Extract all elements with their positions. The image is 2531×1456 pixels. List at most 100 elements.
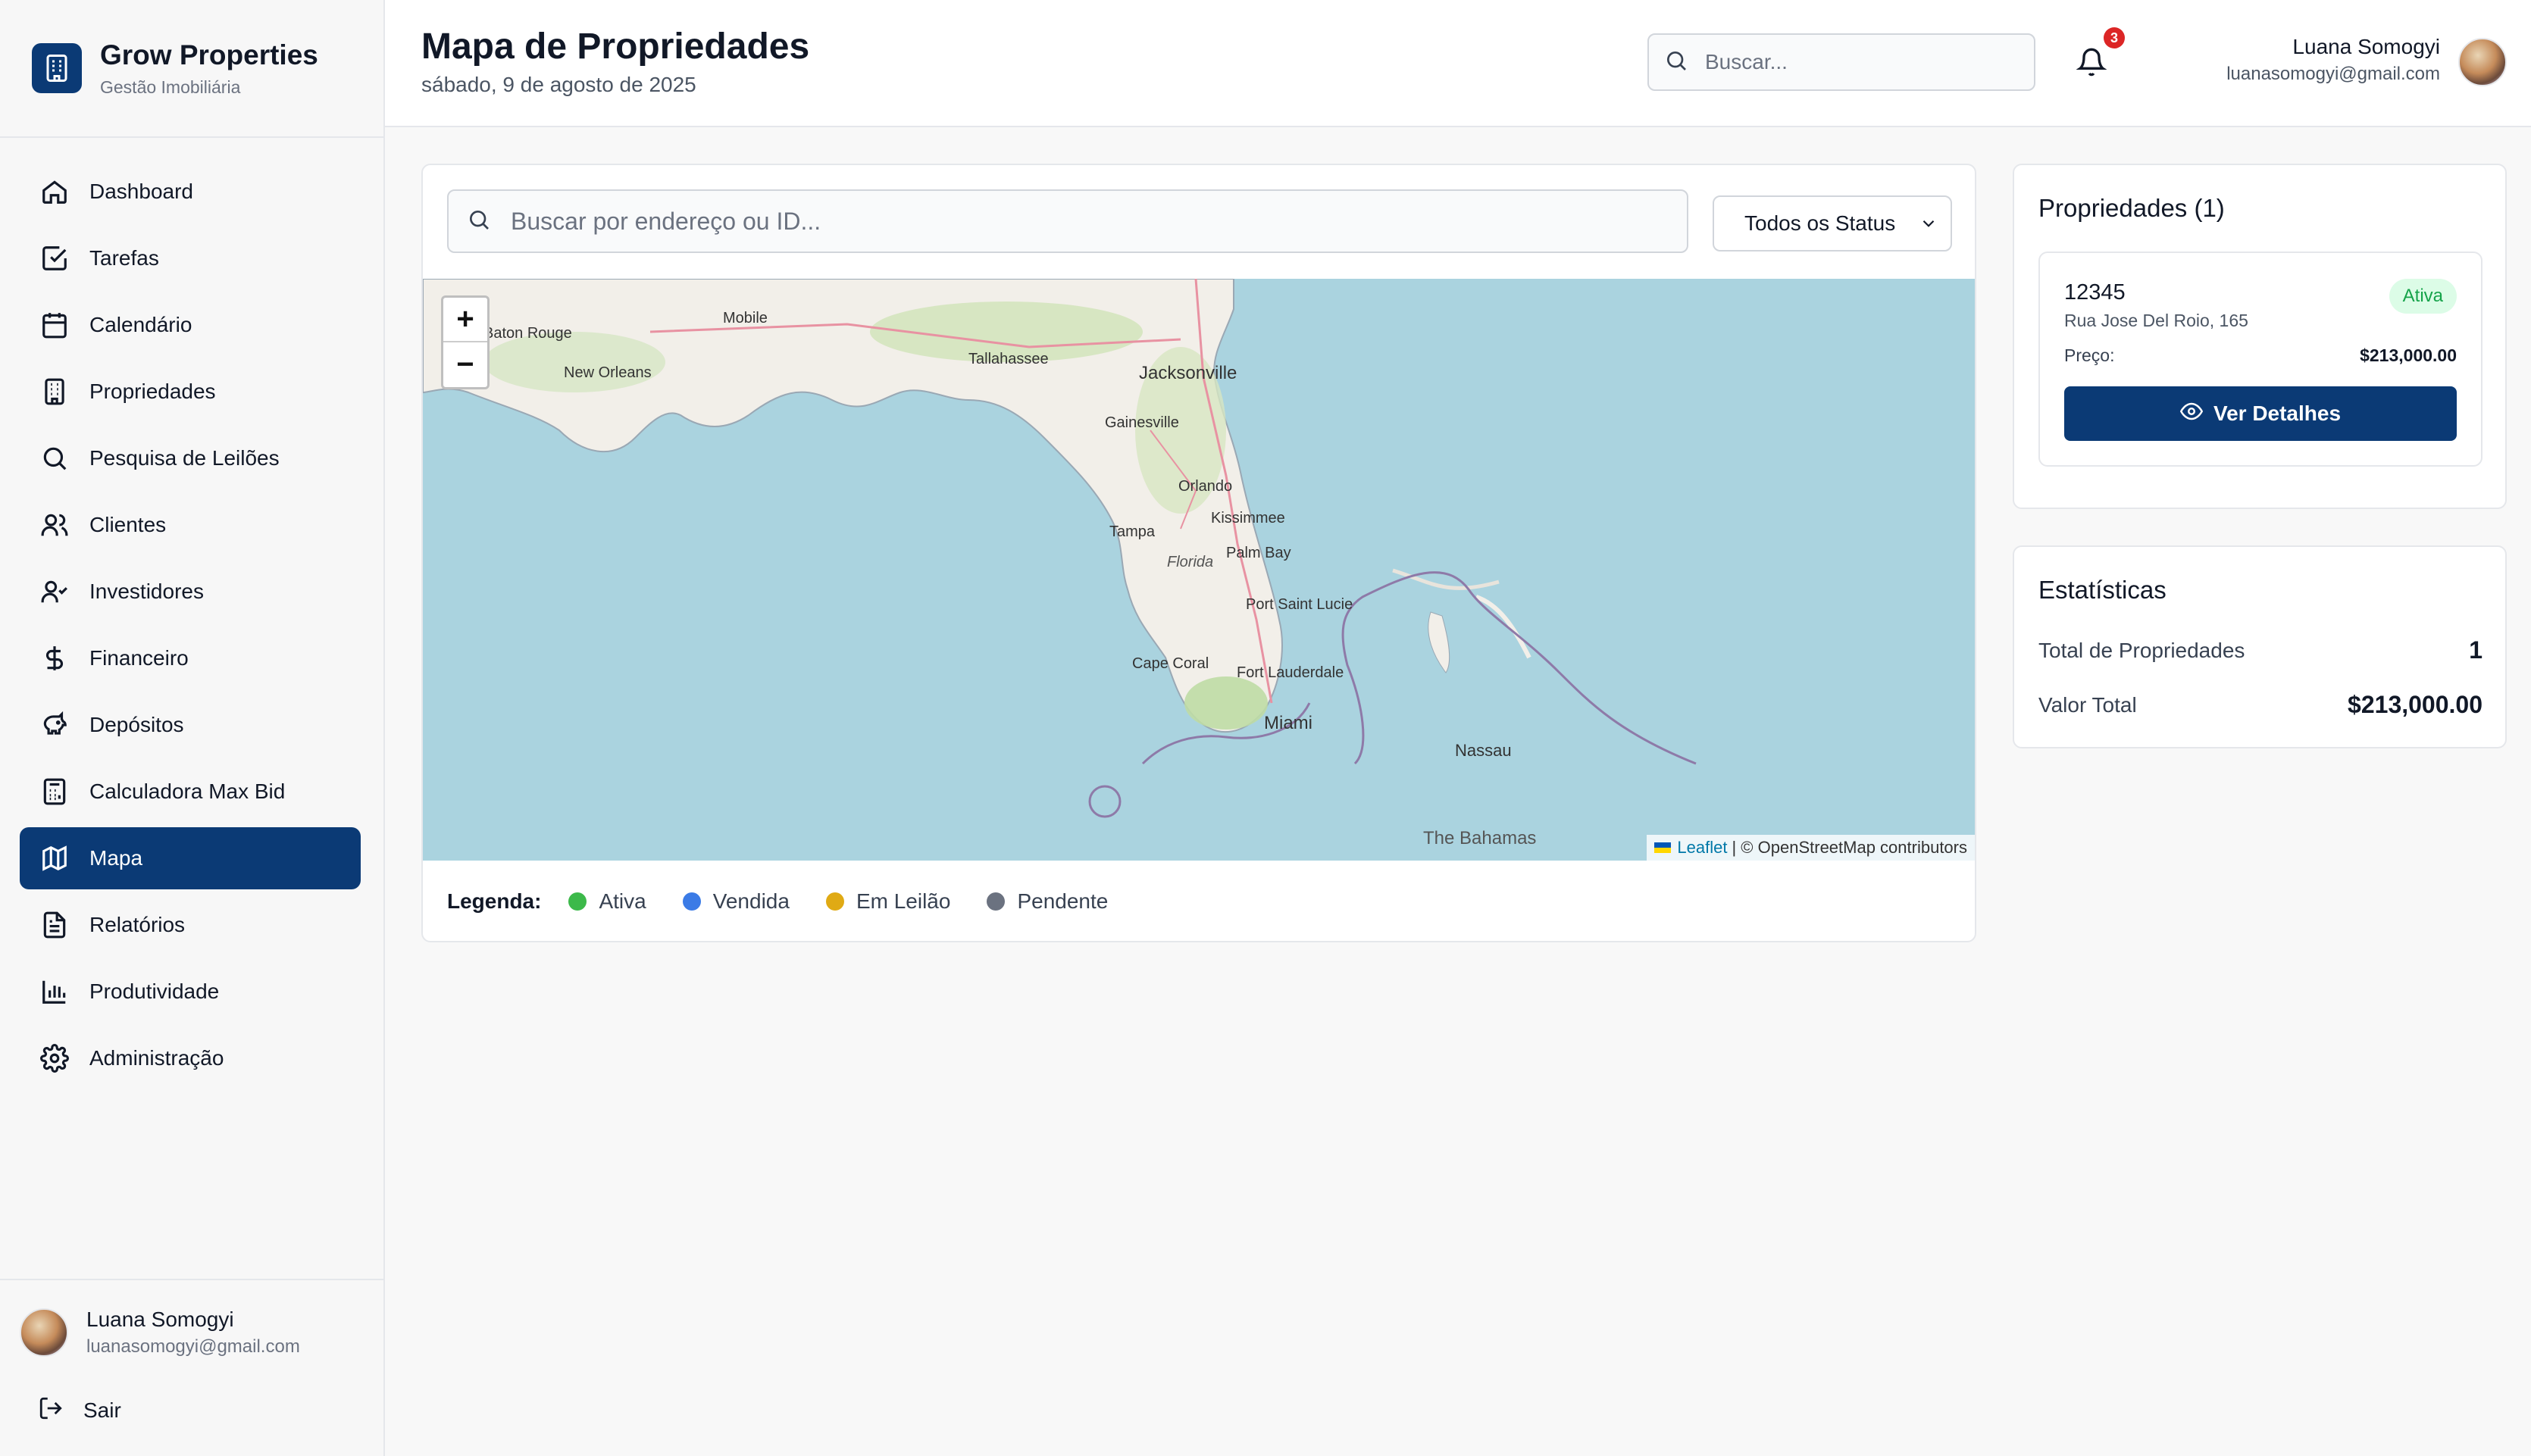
brand-subtitle: Gestão Imobiliária <box>100 77 241 97</box>
sidebar-item-calculadora[interactable]: Calculadora Max Bid <box>20 761 361 823</box>
sidebar-nav: Dashboard Tarefas Calendário Propriedade… <box>20 161 361 1094</box>
map-icon <box>39 843 70 873</box>
stat-label: Valor Total <box>2038 692 2137 717</box>
map-legend: Legenda: Ativa Vendida Em Leilão Pendent… <box>447 889 1144 914</box>
page-date: sábado, 9 de agosto de 2025 <box>421 73 696 96</box>
map-label-kissimmee: Kissimmee <box>1211 510 1285 526</box>
legend-label: Vendida <box>712 889 790 913</box>
property-card[interactable]: 12345 Rua Jose Del Roio, 165 Ativa Preço… <box>2038 252 2483 467</box>
status-dot-icon <box>682 892 701 911</box>
search-icon <box>39 443 70 473</box>
stat-value: $213,000.00 <box>2348 691 2483 718</box>
header-user[interactable]: Luana Somogyi luanasomogyi@gmail.com <box>2226 35 2440 85</box>
sidebar-item-label: Calculadora Max Bid <box>89 780 286 803</box>
sidebar-item-depositos[interactable]: Depósitos <box>20 694 361 756</box>
map-label-orlando: Orlando <box>1178 478 1232 495</box>
map-label-tallahassee: Tallahassee <box>968 351 1049 367</box>
sidebar: Grow Properties Gestão Imobiliária Dashb… <box>0 0 385 1456</box>
legend-item-pendente: Pendente <box>987 889 1108 914</box>
legend-item-em-leilao: Em Leilão <box>825 889 951 914</box>
sidebar-item-relatorios[interactable]: Relatórios <box>20 894 361 956</box>
address-search-input[interactable]: Buscar por endereço ou ID... <box>447 189 1688 253</box>
sidebar-item-administracao[interactable]: Administração <box>20 1027 361 1089</box>
sidebar-item-financeiro[interactable]: Financeiro <box>20 627 361 689</box>
sidebar-item-label: Investidores <box>89 580 204 603</box>
sidebar-item-mapa[interactable]: Mapa <box>20 827 361 889</box>
logout-button[interactable]: Sair <box>38 1395 121 1425</box>
sidebar-item-propriedades[interactable]: Propriedades <box>20 361 361 423</box>
notification-count-badge: 3 <box>2104 27 2125 48</box>
legend-item-ativa: Ativa <box>568 889 646 914</box>
calendar-icon <box>39 310 70 340</box>
map-label-gainesville: Gainesville <box>1105 414 1179 431</box>
map-tiles: Baton Rouge Mobile Tallahassee Jacksonvi… <box>423 279 1697 848</box>
page-title: Mapa de Propriedades <box>421 27 810 67</box>
stat-value: 1 <box>2469 636 2483 664</box>
chevron-down-icon <box>1919 214 1938 239</box>
price-label: Preço: <box>2064 345 2115 365</box>
search-placeholder: Buscar... <box>1705 50 1788 73</box>
sidebar-item-tarefas[interactable]: Tarefas <box>20 227 361 289</box>
eye-icon <box>2179 400 2204 428</box>
sidebar-user[interactable]: Luana Somogyi luanasomogyi@gmail.com <box>20 1308 300 1358</box>
user-email: luanasomogyi@gmail.com <box>86 1336 300 1357</box>
sidebar-item-label: Propriedades <box>89 380 216 403</box>
sidebar-item-dashboard[interactable]: Dashboard <box>20 161 361 223</box>
sidebar-item-calendario[interactable]: Calendário <box>20 294 361 356</box>
zoom-in-button[interactable]: + <box>443 298 487 342</box>
gear-icon <box>39 1043 70 1073</box>
legend-title: Legenda: <box>447 889 542 913</box>
map-label-fort-lauderdale: Fort Lauderdale <box>1237 664 1344 681</box>
search-placeholder: Buscar por endereço ou ID... <box>511 207 821 235</box>
statistics-title: Estatísticas <box>2038 576 2167 604</box>
sidebar-item-investidores[interactable]: Investidores <box>20 561 361 623</box>
bell-icon <box>2076 47 2107 81</box>
map-label-nassau: Nassau <box>1455 741 1512 760</box>
avatar[interactable] <box>2458 38 2507 86</box>
building-logo-icon <box>32 43 82 93</box>
map-label-jacksonville: Jacksonville <box>1139 363 1237 383</box>
notifications-button[interactable] <box>2070 42 2113 85</box>
bar-chart-icon <box>39 976 70 1007</box>
sidebar-item-produtividade[interactable]: Produtividade <box>20 961 361 1023</box>
map-card: Buscar por endereço ou ID... Todos os St… <box>421 164 1976 942</box>
legend-label: Em Leilão <box>856 889 951 913</box>
map-label-miami: Miami <box>1264 713 1312 733</box>
search-input[interactable]: Buscar... <box>1647 33 2035 91</box>
sidebar-item-label: Produtividade <box>89 980 220 1003</box>
sidebar-item-label: Financeiro <box>89 646 189 670</box>
legend-label: Ativa <box>599 889 646 913</box>
view-details-label: Ver Detalhes <box>2213 401 2342 425</box>
map-label-mobile: Mobile <box>723 310 768 327</box>
ukraine-flag-icon <box>1654 842 1672 853</box>
zoom-out-button[interactable]: − <box>443 342 487 387</box>
statistics-panel: Estatísticas Total de Propriedades 1 Val… <box>2013 545 2507 748</box>
legend-item-vendida: Vendida <box>682 889 790 914</box>
map-label-bahamas: The Bahamas <box>1423 828 1536 848</box>
status-filter-select[interactable]: Todos os Status <box>1713 195 1952 252</box>
sidebar-item-label: Mapa <box>89 846 143 870</box>
stat-total-value: Valor Total $213,000.00 <box>2038 691 2483 719</box>
sidebar-item-label: Calendário <box>89 313 192 336</box>
status-dot-icon <box>987 892 1006 911</box>
properties-panel: Propriedades (1) 12345 Rua Jose Del Roio… <box>2013 164 2507 509</box>
leaflet-link[interactable]: Leaflet <box>1677 838 1727 858</box>
property-address: Rua Jose Del Roio, 165 <box>2064 311 2248 330</box>
map-attribution: Leaflet | © OpenStreetMap contributors <box>1647 835 1975 861</box>
map-label-cape-coral: Cape Coral <box>1132 655 1209 672</box>
zoom-control: + − <box>441 295 490 389</box>
view-details-button[interactable]: Ver Detalhes <box>2064 386 2457 441</box>
sidebar-item-clientes[interactable]: Clientes <box>20 494 361 556</box>
sidebar-item-label: Pesquisa de Leilões <box>89 446 280 470</box>
properties-title: Propriedades (1) <box>2038 194 2225 222</box>
map-label-baton-rouge: Baton Rouge <box>483 325 572 342</box>
dollar-icon <box>39 643 70 673</box>
sidebar-item-label: Clientes <box>89 513 167 536</box>
map-view[interactable]: Baton Rouge Mobile Tallahassee Jacksonvi… <box>423 279 1975 861</box>
sidebar-item-label: Tarefas <box>89 246 159 270</box>
sidebar-item-pesquisa-leiloes[interactable]: Pesquisa de Leilões <box>20 427 361 489</box>
status-filter-value: Todos os Status <box>1744 211 1896 235</box>
checkbox-icon <box>39 243 70 273</box>
brand: Grow Properties Gestão Imobiliária <box>0 0 383 138</box>
search-icon <box>467 208 491 236</box>
